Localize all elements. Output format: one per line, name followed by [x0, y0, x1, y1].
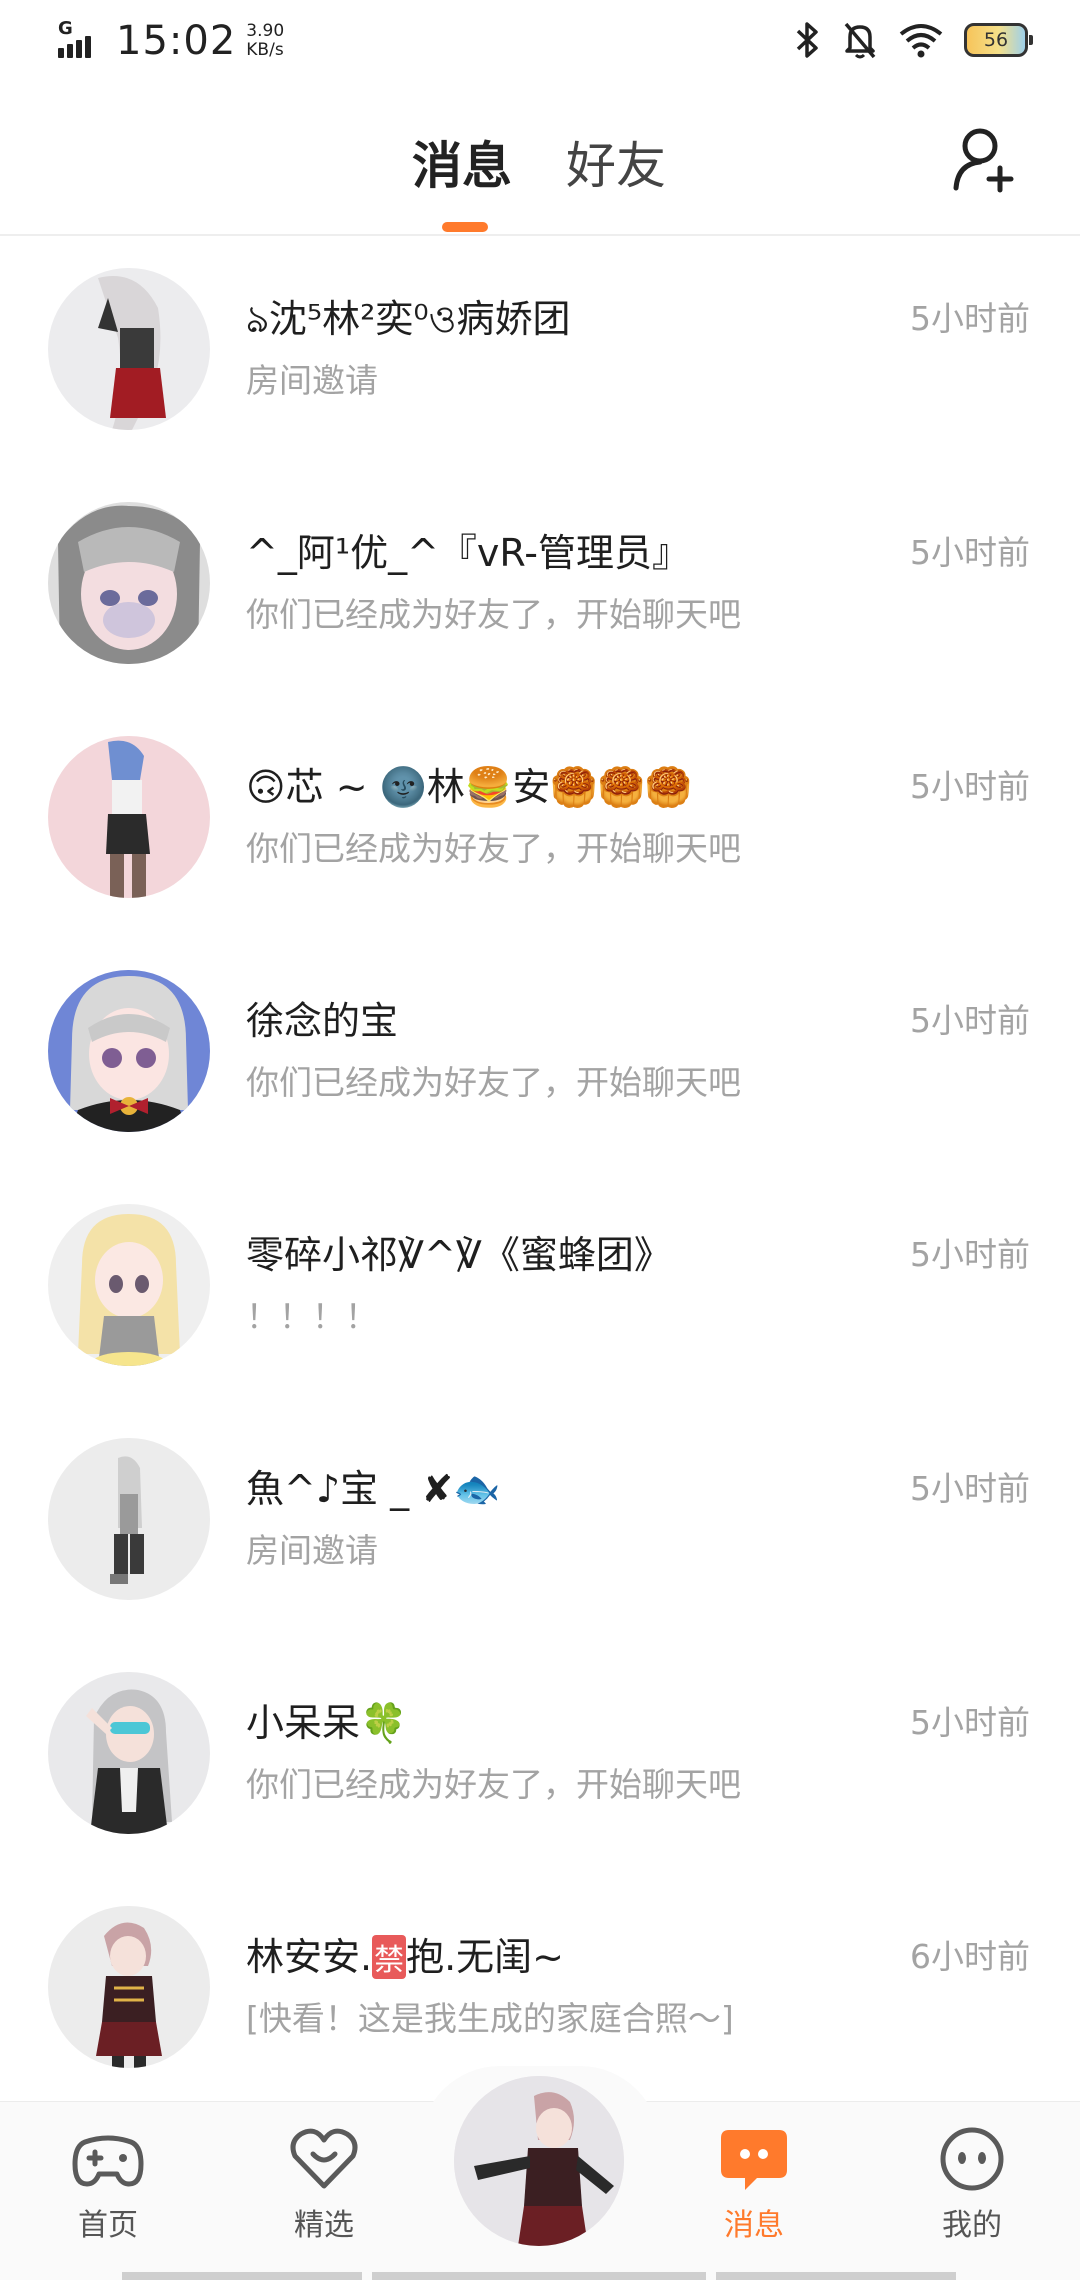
speed-unit: KB/s [246, 40, 284, 60]
status-right: 56 [794, 20, 1033, 60]
contact-name: 🙃芯 ~ 🌚林🍔安🥮🥮🥮 [246, 765, 693, 809]
message-time: 5小时前 [910, 299, 1030, 338]
heart-smile-icon [290, 2128, 358, 2189]
nav-home-label: 首页 [78, 2208, 138, 2243]
contact-name: 小呆呆🍀 [246, 1701, 408, 1745]
message-preview: ！！！！ [246, 1297, 378, 1336]
gesture-bar [372, 2272, 706, 2280]
network-type: G [58, 18, 73, 39]
tab-messages[interactable]: 消息 [412, 126, 512, 198]
list-item[interactable]: 小呆呆🍀 你们已经成为好友了，开始聊天吧 5小时前 [0, 1640, 1080, 1874]
nav-me[interactable]: 我的 [902, 2124, 1042, 2244]
gesture-bar [716, 2272, 956, 2280]
message-time: 5小时前 [910, 1235, 1030, 1274]
message-time: 5小时前 [910, 1001, 1030, 1040]
avatar[interactable] [48, 1204, 210, 1366]
nav-featured-label: 精选 [294, 2208, 354, 2243]
list-item[interactable]: 徐念的宝 你们已经成为好友了，开始聊天吧 5小时前 [0, 938, 1080, 1172]
speed-value: 3.90 [246, 21, 285, 41]
nav-featured[interactable]: 精选 [254, 2124, 394, 2244]
message-time: 5小时前 [910, 767, 1030, 806]
contact-name: 林安安.禁抱.无闺~ [246, 1926, 564, 1981]
gamepad-icon [72, 2135, 144, 2187]
contact-name: ^_阿¹优_^『vR-管理员』 [246, 531, 690, 575]
bluetooth-icon [796, 22, 818, 58]
message-preview: 你们已经成为好友了，开始聊天吧 [246, 595, 741, 634]
message-list: ঌ沈⁵林²奕⁰ও病娇团 房间邀请 5小时前 ^_阿¹优_^『vR-管理员』 你们… [0, 236, 1080, 2108]
list-item[interactable]: ঌ沈⁵林²奕⁰ও病娇团 房间邀请 5小时前 [0, 236, 1080, 470]
message-preview: 你们已经成为好友了，开始聊天吧 [246, 1063, 741, 1102]
contact-name: 徐念的宝 [246, 999, 399, 1043]
avatar[interactable] [48, 1438, 210, 1600]
list-item[interactable]: 零碎小祁℣^℣《蜜蜂团》 ！！！！ 5小时前 [0, 1172, 1080, 1406]
gesture-bar [122, 2272, 362, 2280]
list-item[interactable]: 🙃芯 ~ 🌚林🍔安🥮🥮🥮 你们已经成为好友了，开始聊天吧 5小时前 [0, 704, 1080, 938]
bottom-nav: 首页 精选 消息 我的 [0, 2066, 1080, 2280]
contact-name: 零碎小祁℣^℣《蜜蜂团》 [246, 1233, 672, 1277]
message-time: 6小时前 [910, 1937, 1030, 1976]
nav-messages-label: 消息 [724, 2208, 784, 2243]
message-preview: [快看！这是我生成的家庭合照～] [246, 1999, 734, 2038]
clock: 15:02 [116, 18, 237, 64]
face-icon [940, 2127, 1004, 2191]
message-time: 5小时前 [910, 1703, 1030, 1742]
avatar[interactable] [48, 736, 210, 898]
nav-me-label: 我的 [942, 2208, 1002, 2243]
ban-badge: 禁 [372, 1935, 407, 1979]
header: 消息 好友 [0, 84, 1080, 236]
message-time: 5小时前 [910, 533, 1030, 572]
avatar[interactable] [48, 1906, 210, 2068]
center-avatar-button[interactable] [454, 2076, 624, 2246]
list-item[interactable]: 魚^♪宝 _ ✘🐟 房间邀请 5小时前 [0, 1406, 1080, 1640]
message-preview: 房间邀请 [246, 1531, 378, 1570]
status-left: G 15:02 3.90 KB/s [58, 18, 284, 64]
wifi-icon [899, 24, 943, 58]
mute-bell-icon [844, 22, 876, 59]
chat-bubble-icon [721, 2130, 787, 2190]
message-preview: 房间邀请 [246, 361, 378, 400]
battery-indicator: 56 [964, 23, 1033, 57]
avatar[interactable] [48, 1672, 210, 1834]
list-item[interactable]: ^_阿¹优_^『vR-管理员』 你们已经成为好友了，开始聊天吧 5小时前 [0, 470, 1080, 704]
battery-level: 56 [983, 29, 1009, 51]
network-speed: 3.90 KB/s [246, 22, 284, 60]
avatar[interactable] [48, 502, 210, 664]
message-time: 5小时前 [910, 1469, 1030, 1508]
tab-indicator [442, 222, 488, 232]
message-preview: 你们已经成为好友了，开始聊天吧 [246, 829, 741, 868]
status-bar: G 15:02 3.90 KB/s 56 [0, 0, 1080, 84]
nav-home[interactable]: 首页 [38, 2124, 178, 2244]
signal-icon: G [58, 18, 106, 62]
tab-friends[interactable]: 好友 [566, 126, 666, 198]
contact-name: ঌ沈⁵林²奕⁰ও病娇团 [246, 297, 571, 341]
contact-name-suffix: 抱.无闺~ [406, 1935, 565, 1979]
nav-messages[interactable]: 消息 [684, 2124, 824, 2244]
contact-name-prefix: 林安安. [246, 1935, 373, 1979]
contact-name: 魚^♪宝 _ ✘🐟 [246, 1467, 501, 1511]
avatar[interactable] [48, 268, 210, 430]
add-user-icon[interactable] [950, 124, 1020, 194]
message-preview: 你们已经成为好友了，开始聊天吧 [246, 1765, 741, 1804]
avatar[interactable] [48, 970, 210, 1132]
